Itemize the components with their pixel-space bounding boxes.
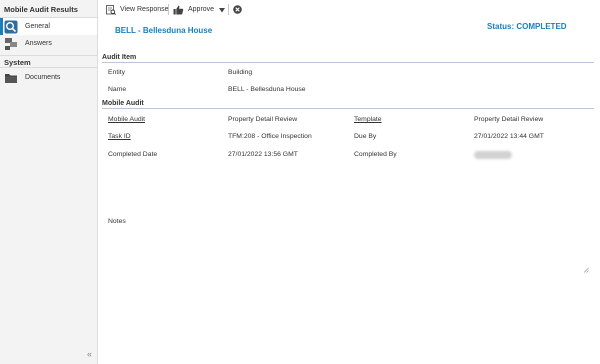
entity-label: Entity	[108, 69, 125, 76]
chevron-down-icon[interactable]	[219, 8, 225, 13]
collapse-sidebar-icon[interactable]: «	[87, 349, 92, 359]
folder-icon	[5, 73, 17, 83]
search-icon	[4, 20, 18, 33]
section-title-audit-item: Audit Item	[102, 54, 137, 61]
due-by-label: Due By	[354, 133, 377, 140]
toolbar-separator	[168, 4, 169, 15]
name-label: Name	[108, 86, 127, 93]
completed-date-value: 27/01/2022 13:56 GMT	[228, 151, 298, 158]
redacted-completed-by-value	[474, 151, 512, 159]
sidebar-item-general[interactable]: General	[0, 18, 97, 35]
status-badge: Status: COMPLETED	[487, 22, 567, 31]
page-title: BELL - Bellesduna House	[115, 26, 213, 35]
sidebar-item-label: General	[25, 23, 50, 30]
completed-by-label: Completed By	[354, 151, 397, 158]
toolbar-separator	[228, 4, 229, 15]
template-link[interactable]: Template	[354, 116, 382, 123]
sidebar-section-title: System	[4, 58, 31, 67]
notes-label: Notes	[108, 218, 126, 225]
approve-label: Approve	[188, 6, 215, 13]
mobile-audit-value: Property Detail Review	[228, 116, 298, 123]
view-response-label: View Response	[120, 6, 169, 13]
section-divider	[102, 62, 594, 63]
name-value: BELL - Bellesduna House	[228, 86, 306, 93]
main-content: View Response Approve BELL - Bellesduna …	[98, 0, 600, 364]
toolbar: View Response Approve	[98, 0, 600, 18]
completed-date-label: Completed Date	[108, 151, 158, 158]
task-id-link[interactable]: Task ID	[108, 133, 131, 140]
sidebar-item-documents[interactable]: Documents	[0, 69, 97, 86]
template-value: Property Detail Review	[474, 116, 544, 123]
sidebar: Mobile Audit Results General Answers Sys…	[0, 0, 98, 364]
due-by-value: 27/01/2022 13:44 GMT	[474, 133, 544, 140]
divider	[0, 67, 97, 68]
sidebar-item-label: Answers	[25, 40, 52, 47]
section-title-mobile-audit: Mobile Audit	[102, 100, 144, 107]
mobile-audit-link[interactable]: Mobile Audit	[108, 116, 145, 123]
close-icon[interactable]	[233, 5, 242, 14]
resize-handle-icon[interactable]	[583, 267, 589, 273]
divider	[0, 55, 97, 56]
sidebar-header: Mobile Audit Results	[4, 5, 78, 14]
task-id-value: TFM:208 - Office Inspection	[228, 133, 312, 140]
thumbs-up-icon	[173, 5, 184, 14]
answers-icon	[5, 37, 17, 50]
sidebar-item-answers[interactable]: Answers	[0, 35, 97, 52]
view-response-button[interactable]: View Response	[106, 3, 169, 16]
approve-button[interactable]: Approve	[173, 3, 214, 16]
entity-value: Building	[228, 69, 253, 76]
view-document-icon	[106, 4, 116, 15]
sidebar-item-label: Documents	[25, 74, 61, 81]
section-divider	[102, 108, 594, 109]
